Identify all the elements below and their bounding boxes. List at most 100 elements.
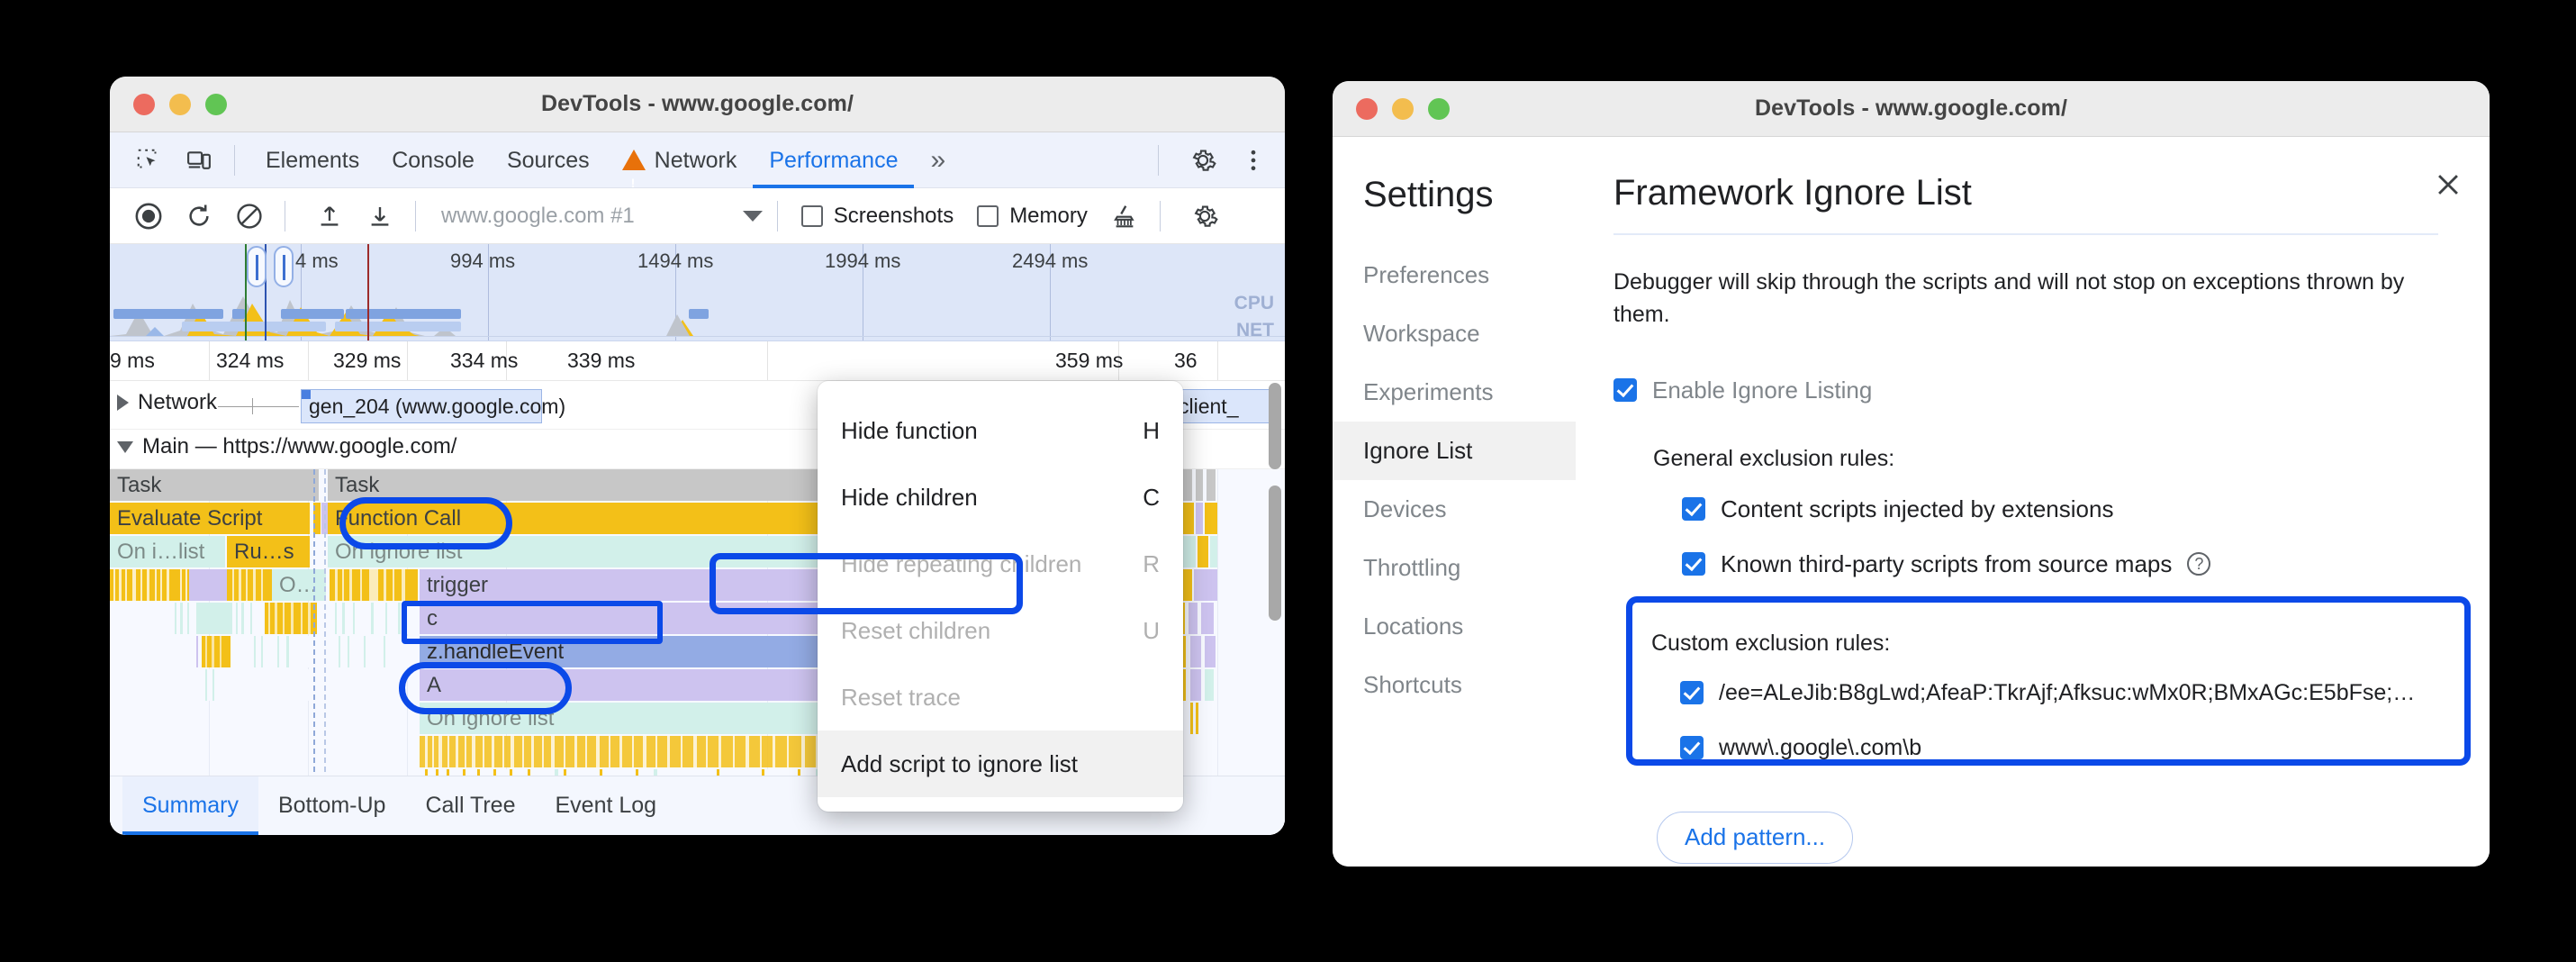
settings-body: Settings Preferences Workspace Experimen… <box>1333 137 2490 867</box>
enable-ignore-listing-checkbox[interactable]: Enable Ignore Listing <box>1613 377 2438 404</box>
checkbox-box[interactable] <box>1680 681 1704 704</box>
network-track-label: Network <box>138 390 217 415</box>
chevron-down-icon[interactable] <box>743 211 763 222</box>
tab-sources[interactable]: Sources <box>491 132 606 188</box>
overview-window-handle-left[interactable] <box>247 246 267 287</box>
kebab-menu-icon[interactable] <box>1233 140 1274 181</box>
sidebar-item-shortcuts[interactable]: Shortcuts <box>1333 656 1576 714</box>
sidebar-item-experiments[interactable]: Experiments <box>1333 363 1576 422</box>
checkbox-box[interactable] <box>801 205 823 227</box>
capture-settings-gear-icon[interactable] <box>1184 195 1225 237</box>
tab-console[interactable]: Console <box>375 132 491 188</box>
more-tabs-button[interactable]: » <box>914 132 962 188</box>
flame-frame-cluster[interactable] <box>330 569 418 601</box>
flame-frame[interactable] <box>1196 469 1203 501</box>
settings-heading: Settings <box>1333 175 1576 246</box>
custom-rule-row[interactable]: www\.google\.com\b <box>1651 735 2415 761</box>
tab-network[interactable]: Network <box>606 132 754 188</box>
custom-rule-pattern: /ee=ALeJib:B8gLwd;AfeaP:TkrAjf;Afksuc:wM… <box>1719 680 2415 706</box>
page-title: Framework Ignore List <box>1613 173 2438 235</box>
tab-summary[interactable]: Summary <box>122 776 258 836</box>
sidebar-item-preferences[interactable]: Preferences <box>1333 246 1576 304</box>
third-party-scripts-checkbox[interactable]: Known third-party scripts from source ma… <box>1653 550 2438 578</box>
flame-frame[interactable]: Task <box>110 469 319 501</box>
window-title: DevTools - www.google.com/ <box>1333 95 2490 122</box>
vertical-scrollbar-thumb-top[interactable] <box>1269 383 1281 469</box>
flame-frame[interactable] <box>1181 503 1194 534</box>
memory-checkbox[interactable]: Memory <box>977 204 1088 229</box>
help-icon[interactable]: ? <box>2187 552 2210 576</box>
custom-rule-row[interactable]: /ee=ALeJib:B8gLwd;AfeaP:TkrAjf;Afksuc:wM… <box>1651 680 2415 706</box>
network-request-label: client_ <box>1179 395 1238 418</box>
checkbox-box[interactable] <box>1682 552 1705 576</box>
checkbox-box[interactable] <box>1682 497 1705 521</box>
menu-item-hide-children[interactable]: Hide children C <box>818 464 1183 531</box>
record-icon[interactable] <box>128 195 169 237</box>
flame-frame[interactable]: Evaluate Script <box>110 503 310 534</box>
tab-label: Call Tree <box>425 793 515 819</box>
tab-call-tree[interactable]: Call Tree <box>405 776 535 836</box>
flame-frame[interactable]: On i…list <box>110 536 225 567</box>
overview-tick: 1994 ms <box>825 250 900 273</box>
close-icon[interactable] <box>2427 164 2469 205</box>
toolbar-divider <box>415 201 416 231</box>
add-pattern-button[interactable]: Add pattern... <box>1657 812 1853 864</box>
content-scripts-checkbox[interactable]: Content scripts injected by extensions <box>1653 495 2438 523</box>
trace-selector-value[interactable]: www.google.com #1 <box>441 204 635 229</box>
devtools-window: DevTools - www.google.com/ Elements Cons… <box>110 77 1285 835</box>
clear-icon[interactable] <box>229 195 270 237</box>
collapse-arrow-icon[interactable] <box>117 441 133 453</box>
main-track-header[interactable]: Main — https://www.google.com/ <box>110 434 456 459</box>
tab-bottom-up[interactable]: Bottom-Up <box>258 776 405 836</box>
toolbar-divider <box>1160 201 1161 231</box>
menu-item-add-script-to-ignore-list[interactable]: Add script to ignore list <box>818 731 1183 797</box>
overview-window-handle-right[interactable] <box>274 246 294 287</box>
flame-frame[interactable]: Ru…s <box>227 536 310 567</box>
tab-event-log[interactable]: Event Log <box>536 776 677 836</box>
flame-frame[interactable] <box>1198 536 1208 567</box>
download-profile-icon[interactable] <box>359 195 401 237</box>
flame-frame[interactable] <box>1196 503 1203 534</box>
tab-label: Summary <box>142 793 239 819</box>
tab-performance[interactable]: Performance <box>753 132 914 188</box>
vertical-scrollbar-thumb[interactable] <box>1269 486 1281 621</box>
reload-and-record-icon[interactable] <box>178 195 220 237</box>
inspect-element-icon[interactable] <box>128 140 169 181</box>
flame-frame[interactable] <box>1181 536 1196 567</box>
network-track-header[interactable]: Network <box>110 390 217 415</box>
sidebar-item-ignore-list[interactable]: Ignore List <box>1333 422 1576 480</box>
checkbox-box[interactable] <box>977 205 999 227</box>
broom-icon[interactable] <box>1104 195 1145 237</box>
custom-exclusion-rules-group: Custom exclusion rules: /ee=ALeJib:B8gLw… <box>1628 611 2438 785</box>
sidebar-item-throttling[interactable]: Throttling <box>1333 539 1576 597</box>
settings-sidebar: Settings Preferences Workspace Experimen… <box>1333 137 1576 867</box>
expand-arrow-icon[interactable] <box>117 395 129 411</box>
flame-frame-cluster[interactable] <box>110 636 326 667</box>
menu-item-label: Hide function <box>841 417 978 445</box>
checkbox-box[interactable] <box>1613 378 1637 402</box>
screenshots-checkbox[interactable]: Screenshots <box>801 204 954 229</box>
context-menu[interactable]: Hide function H Hide children C Hide rep… <box>818 381 1183 812</box>
flame-frame-cluster[interactable] <box>110 603 326 634</box>
sidebar-item-workspace[interactable]: Workspace <box>1333 304 1576 363</box>
upload-profile-icon[interactable] <box>309 195 350 237</box>
network-request-chip[interactable]: gen_204 (www.google.com) <box>301 389 542 423</box>
gear-icon[interactable] <box>1182 140 1224 181</box>
flame-frame-truncated[interactable]: O… <box>272 569 326 601</box>
timeline-overview[interactable]: 4 ms 994 ms 1494 ms 1994 ms 2494 ms CPU … <box>110 244 1285 341</box>
custom-rule-pattern: www\.google\.com\b <box>1719 735 1921 761</box>
sidebar-item-label: Devices <box>1363 495 1446 522</box>
sidebar-item-locations[interactable]: Locations <box>1333 597 1576 656</box>
tab-elements[interactable]: Elements <box>249 132 375 188</box>
menu-item-hide-function[interactable]: Hide function H <box>818 397 1183 464</box>
device-toolbar-icon[interactable] <box>178 140 220 181</box>
general-rules-label: General exclusion rules: <box>1653 446 2438 472</box>
flame-frame[interactable] <box>1207 469 1216 501</box>
checkbox-box[interactable] <box>1680 736 1704 759</box>
flame-frame[interactable] <box>1205 503 1217 534</box>
flame-frame[interactable] <box>1210 536 1217 567</box>
sidebar-item-devices[interactable]: Devices <box>1333 480 1576 539</box>
menu-item-label: Hide repeating children <box>841 550 1081 578</box>
settings-window: DevTools - www.google.com/ Settings Pref… <box>1333 81 2490 867</box>
network-request-chip-2[interactable]: client_ <box>1170 389 1270 423</box>
